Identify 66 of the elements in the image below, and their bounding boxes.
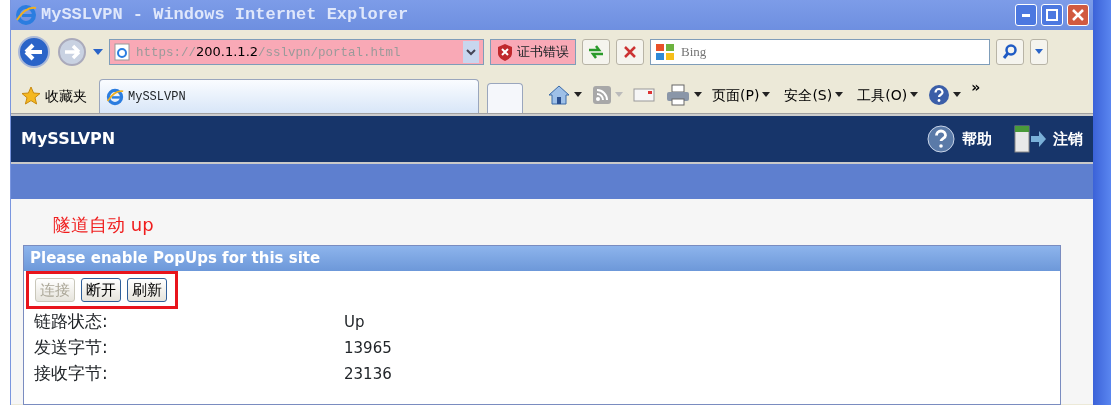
maximize-icon (1046, 9, 1058, 21)
field-value: 23136 (344, 363, 392, 385)
print-button[interactable] (665, 84, 702, 106)
close-button[interactable] (1067, 4, 1089, 26)
browser-logo-icon (15, 4, 37, 26)
panel-title: Please enable PopUps for this site (24, 246, 1060, 271)
maximize-button[interactable] (1041, 4, 1063, 26)
favorites-button[interactable]: 收藏夹 (17, 79, 91, 113)
minimize-icon (1022, 13, 1030, 17)
minimize-button[interactable] (1015, 4, 1037, 26)
help-link[interactable]: 帮助 (926, 124, 992, 154)
field-value: 13965 (344, 337, 392, 359)
help-icon (926, 124, 956, 154)
feed-button[interactable] (592, 85, 623, 105)
more-button[interactable]: » (971, 77, 981, 98)
mail-icon (633, 87, 655, 103)
logout-link[interactable]: 注销 (1013, 124, 1083, 154)
star-icon (21, 86, 41, 106)
refresh-button[interactable] (582, 39, 610, 65)
search-field[interactable]: Bing (650, 39, 990, 65)
caret-icon (835, 92, 844, 98)
window-title: MySSLVPN - Windows Internet Explorer (41, 4, 409, 27)
caret-icon[interactable] (93, 48, 103, 56)
caret-icon (910, 92, 919, 98)
certificate-error-button[interactable]: 证书错误 (490, 39, 576, 65)
caret-icon (953, 92, 962, 98)
caret-icon (615, 92, 623, 98)
caret-icon (1035, 49, 1043, 55)
feed-icon (592, 85, 612, 105)
toolbar-menu[interactable]: 页面(P) (712, 84, 771, 106)
home-icon (547, 83, 571, 107)
caret-icon (694, 92, 702, 98)
shield-icon (497, 43, 513, 61)
field-value: Up (344, 311, 365, 333)
brand-title: MySSLVPN (21, 128, 116, 150)
dropdown-icon[interactable] (463, 41, 479, 63)
action-button[interactable]: 刷新 (127, 278, 167, 302)
printer-icon (665, 84, 691, 106)
toolbar-menu[interactable]: 安全(S) (784, 84, 844, 106)
field-label: 链路状态: (34, 310, 109, 334)
caret-icon (574, 92, 582, 98)
action-button[interactable]: 断开 (81, 278, 121, 302)
windows-logo-icon (655, 43, 675, 61)
home-button[interactable] (547, 83, 582, 107)
url-text: https://200.1.1.2/sslvpn/portal.html (136, 42, 402, 62)
close-icon (1072, 9, 1084, 21)
back-icon[interactable] (17, 35, 51, 69)
help-icon (928, 84, 951, 106)
door-arrow-icon (1013, 124, 1047, 154)
refresh-icon (587, 44, 605, 60)
caret-icon (762, 92, 771, 98)
search-icon (1002, 44, 1018, 60)
status-notice: 隧道自动 up (53, 213, 154, 237)
browser-tab[interactable]: MySSLVPN (99, 79, 479, 113)
dropdown-button[interactable] (1030, 39, 1048, 65)
browser-logo-icon (106, 87, 124, 106)
stop-icon (623, 45, 637, 59)
search-button[interactable] (996, 39, 1024, 65)
toolbar-menu[interactable]: 工具(O) (857, 84, 919, 106)
field-label: 发送字节: (34, 336, 109, 360)
stop-button[interactable] (616, 39, 644, 65)
field-label: 接收字节: (34, 362, 109, 386)
page-icon (114, 43, 130, 61)
help-button[interactable] (928, 84, 962, 106)
address-field[interactable]: https://200.1.1.2/sslvpn/portal.html (109, 39, 484, 65)
mail-button[interactable] (633, 87, 655, 103)
